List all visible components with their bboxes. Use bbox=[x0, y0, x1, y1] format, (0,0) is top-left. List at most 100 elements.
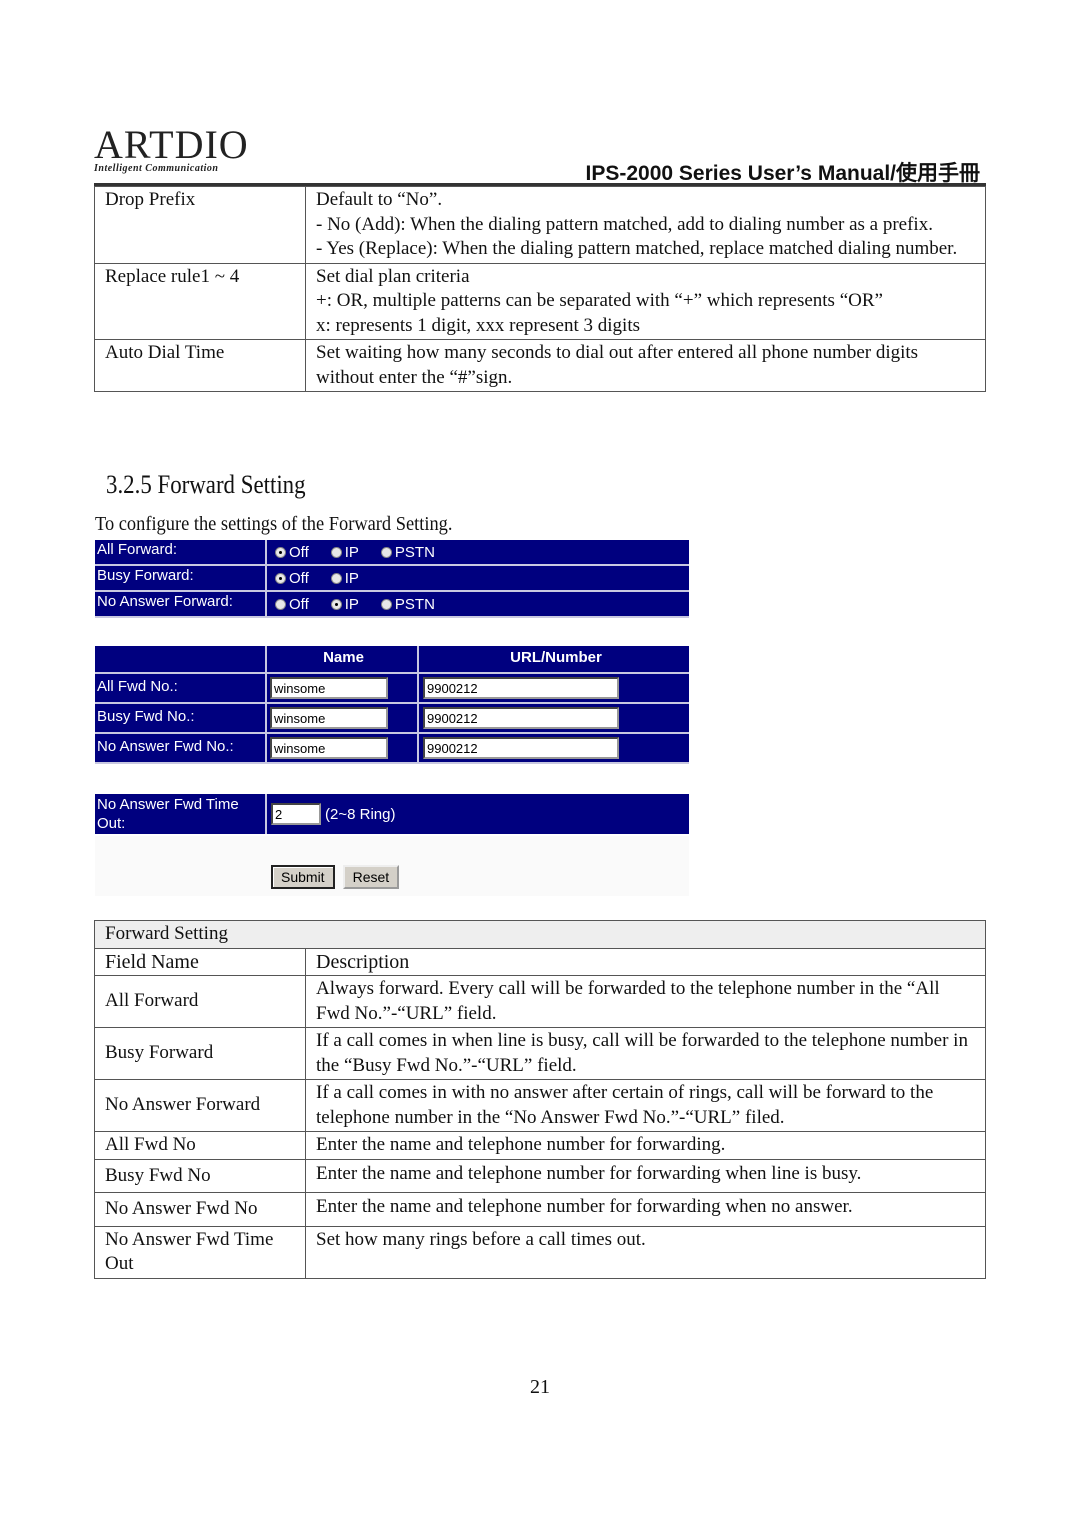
radio-icon bbox=[380, 598, 392, 610]
radio-label: Off bbox=[289, 569, 309, 587]
reset-button[interactable]: Reset bbox=[342, 865, 400, 889]
description-cell: Set waiting how many seconds to dial out… bbox=[305, 339, 986, 392]
all-forward-pstn-radio[interactable]: PSTN bbox=[380, 543, 435, 561]
all-fwd-name-input[interactable] bbox=[270, 677, 388, 699]
radio-label: Off bbox=[289, 543, 309, 561]
page-number: 21 bbox=[530, 1376, 550, 1398]
grid-header-blank bbox=[95, 646, 267, 672]
busy-fwd-url-input[interactable] bbox=[423, 707, 619, 729]
grid-header-url: URL/Number bbox=[510, 649, 602, 666]
forward-mode-panel: All Forward: Off IP PSTN Busy Forward: O… bbox=[95, 540, 689, 618]
dial-plan-table: Drop Prefix Default to “No”. - No (Add):… bbox=[94, 186, 986, 392]
timeout-hint: (2~8 Ring) bbox=[325, 805, 396, 823]
logo-wordmark: ARTDIO bbox=[94, 122, 249, 167]
description-cell: Enter the name and telephone number for … bbox=[305, 1131, 986, 1160]
busy-fwd-no-row: Busy Fwd No.: bbox=[95, 704, 689, 734]
timeout-panel: No Answer Fwd Time Out: (2~8 Ring) bbox=[95, 794, 689, 834]
all-forward-ip-radio[interactable]: IP bbox=[330, 543, 359, 561]
radio-label: PSTN bbox=[394, 543, 435, 561]
field-cell: Auto Dial Time bbox=[94, 339, 306, 392]
description-cell: Enter the name and telephone number for … bbox=[305, 1158, 986, 1193]
table-row: No Answer Fwd No Enter the name and tele… bbox=[94, 1192, 986, 1227]
field-cell: Replace rule1 ~ 4 bbox=[94, 262, 306, 340]
timeout-row: No Answer Fwd Time Out: (2~8 Ring) bbox=[95, 794, 689, 834]
field-cell: No Answer Forward bbox=[94, 1079, 306, 1132]
description-line: Default to “No”. bbox=[316, 189, 443, 210]
radio-icon bbox=[380, 546, 392, 558]
all-fwd-no-row: All Fwd No.: bbox=[95, 674, 689, 704]
all-forward-label: All Forward: bbox=[95, 540, 267, 564]
field-cell: No Answer Fwd Time Out bbox=[94, 1225, 306, 1279]
no-answer-forward-label: No Answer Forward: bbox=[95, 592, 267, 616]
column-header-description: Description bbox=[305, 947, 986, 976]
description-line: Set dial plan criteria bbox=[316, 265, 470, 287]
forward-setting-description-table: Forward Setting Field Name Description A… bbox=[94, 920, 986, 1279]
no-answer-fwd-name-input[interactable] bbox=[270, 737, 388, 759]
radio-icon bbox=[330, 572, 342, 584]
field-cell: Busy Fwd No bbox=[94, 1158, 306, 1193]
description-cell: Enter the name and telephone number for … bbox=[305, 1192, 986, 1227]
description-cell: Set how many rings before a call times o… bbox=[305, 1225, 986, 1279]
table-row: No Answer Fwd Time Out Set how many ring… bbox=[94, 1225, 986, 1279]
description-cell: Always forward. Every call will be forwa… bbox=[305, 975, 986, 1028]
submit-button[interactable]: Submit bbox=[271, 865, 335, 889]
description-line: x: represents 1 digit, xxx represent 3 d… bbox=[316, 314, 640, 336]
radio-label: IP bbox=[344, 595, 359, 613]
table-row: No Answer Forward If a call comes in wit… bbox=[94, 1079, 986, 1132]
field-cell: All Forward bbox=[94, 975, 306, 1028]
table-row: Drop Prefix Default to “No”. - No (Add):… bbox=[94, 186, 986, 264]
radio-selected-icon bbox=[330, 598, 342, 610]
all-fwd-url-input[interactable] bbox=[423, 677, 619, 699]
all-fwd-no-label: All Fwd No.: bbox=[95, 674, 267, 702]
field-cell: No Answer Fwd No bbox=[94, 1192, 306, 1227]
no-answer-forward-pstn-radio[interactable]: PSTN bbox=[380, 596, 435, 613]
table-row: All Fwd No Enter the name and telephone … bbox=[94, 1131, 986, 1160]
field-cell: Drop Prefix bbox=[94, 186, 306, 264]
no-answer-fwd-no-label: No Answer Fwd No.: bbox=[95, 734, 267, 762]
radio-label: IP bbox=[344, 543, 359, 561]
section-title: 3.2.5 Forward Setting bbox=[106, 470, 306, 499]
all-forward-row: All Forward: Off IP PSTN bbox=[95, 540, 689, 566]
timeout-label: No Answer Fwd Time Out: bbox=[95, 794, 267, 834]
section-intro: To configure the settings of the Forward… bbox=[95, 513, 453, 535]
radio-label: Off bbox=[289, 595, 309, 613]
all-forward-off-radio[interactable]: Off bbox=[275, 544, 309, 561]
field-cell: Busy Forward bbox=[94, 1027, 306, 1080]
table-row: Busy Fwd No Enter the name and telephone… bbox=[94, 1158, 986, 1193]
table-row: All Forward Always forward. Every call w… bbox=[94, 975, 986, 1028]
description-cell: Set dial plan criteria +: OR, multiple p… bbox=[305, 262, 986, 340]
description-cell: Default to “No”. - No (Add): When the di… bbox=[305, 186, 986, 264]
table-caption: Forward Setting bbox=[94, 920, 986, 949]
timeout-input[interactable] bbox=[271, 803, 321, 825]
description-line: +: OR, multiple patterns can be separate… bbox=[316, 290, 883, 311]
grid-header-name: Name bbox=[267, 646, 419, 672]
table-caption-row: Forward Setting bbox=[94, 920, 986, 949]
description-line: - No (Add): When the dialing pattern mat… bbox=[316, 213, 933, 235]
busy-forward-ip-radio[interactable]: IP bbox=[330, 569, 359, 587]
table-row: Auto Dial Time Set waiting how many seco… bbox=[94, 339, 986, 392]
radio-label: IP bbox=[344, 569, 359, 587]
description-cell: If a call comes in with no answer after … bbox=[305, 1079, 986, 1132]
busy-fwd-no-label: Busy Fwd No.: bbox=[95, 704, 267, 732]
grid-header-row: Name URL/Number bbox=[95, 646, 689, 674]
column-header-field: Field Name bbox=[94, 947, 306, 976]
page-header: ARTDIO Intelligent Communication IPS-200… bbox=[94, 122, 986, 186]
no-answer-forward-ip-radio[interactable]: IP bbox=[330, 595, 359, 613]
radio-icon bbox=[330, 546, 342, 558]
field-cell: All Fwd No bbox=[94, 1131, 306, 1160]
no-answer-fwd-no-row: No Answer Fwd No.: bbox=[95, 734, 689, 764]
table-row: Replace rule1 ~ 4 Set dial plan criteria… bbox=[94, 262, 986, 340]
forward-numbers-panel: Name URL/Number All Fwd No.: Busy Fwd No… bbox=[95, 646, 689, 764]
radio-selected-icon bbox=[275, 546, 286, 558]
table-row: Busy Forward If a call comes in when lin… bbox=[94, 1027, 986, 1080]
no-answer-fwd-url-input[interactable] bbox=[423, 737, 619, 759]
busy-fwd-name-input[interactable] bbox=[270, 707, 388, 729]
busy-forward-off-radio[interactable]: Off bbox=[275, 570, 309, 587]
busy-forward-row: Busy Forward: Off IP bbox=[95, 566, 689, 592]
radio-selected-icon bbox=[275, 572, 286, 584]
busy-forward-label: Busy Forward: bbox=[95, 566, 267, 590]
no-answer-forward-off-radio[interactable]: Off bbox=[275, 596, 309, 613]
description-line: - Yes (Replace): When the dialing patter… bbox=[316, 238, 958, 259]
no-answer-forward-row: No Answer Forward: Off IP PSTN bbox=[95, 592, 689, 618]
form-buttons: Submit Reset bbox=[271, 865, 400, 889]
